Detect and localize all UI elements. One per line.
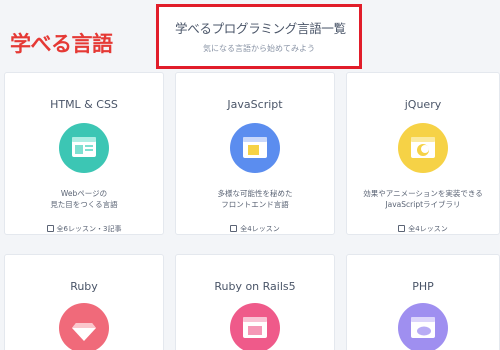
card-description: 多様な可能性を秘めた フロントエンド言語 (217, 189, 293, 209)
annotation-label: 学べる言語 (10, 32, 113, 56)
card-title: HTML & CSS (50, 98, 118, 111)
book-icon (398, 225, 406, 232)
card-lesson-count: 全4レッスン (176, 224, 334, 234)
html-css-window-icon (59, 123, 109, 173)
card-title: jQuery (404, 98, 442, 111)
card-title: JavaScript (227, 98, 283, 111)
card-title: Ruby (70, 280, 98, 293)
card-lesson-count: 全4レッスン (347, 224, 499, 234)
rails-window-icon (230, 303, 280, 350)
page-subtitle: 気になる言語から始めてみよう (203, 44, 315, 53)
course-card-ruby[interactable]: Ruby (4, 254, 164, 350)
section-header: 学べるプログラミング言語一覧 気になる言語から始めてみよう (156, 4, 362, 69)
book-icon (230, 225, 238, 232)
php-elephant-icon (398, 303, 448, 350)
course-card-ruby-on-rails[interactable]: Ruby on Rails5 (175, 254, 335, 350)
javascript-window-icon (230, 123, 280, 173)
jquery-window-icon (398, 123, 448, 173)
card-lesson-count: 全6レッスン・3記事 (5, 224, 163, 234)
card-title: PHP (412, 280, 434, 293)
card-description: Webページの 見た目をつくる言語 (50, 189, 118, 209)
course-card-php[interactable]: PHP (346, 254, 500, 350)
course-card-html-css[interactable]: HTML & CSS Webページの 見た目をつくる言語 全6レッスン・3記事 (4, 72, 164, 235)
course-card-jquery[interactable]: jQuery 効果やアニメーションを実装できる JavaScriptライブラリ … (346, 72, 500, 235)
course-card-javascript[interactable]: JavaScript 多様な可能性を秘めた フロントエンド言語 全4レッスン (175, 72, 335, 235)
book-icon (46, 225, 54, 232)
card-description: 効果やアニメーションを実装できる JavaScriptライブラリ (363, 189, 483, 209)
ruby-gem-icon (59, 303, 109, 350)
card-title: Ruby on Rails5 (214, 280, 296, 293)
page-title: 学べるプログラミング言語一覧 (175, 21, 346, 36)
